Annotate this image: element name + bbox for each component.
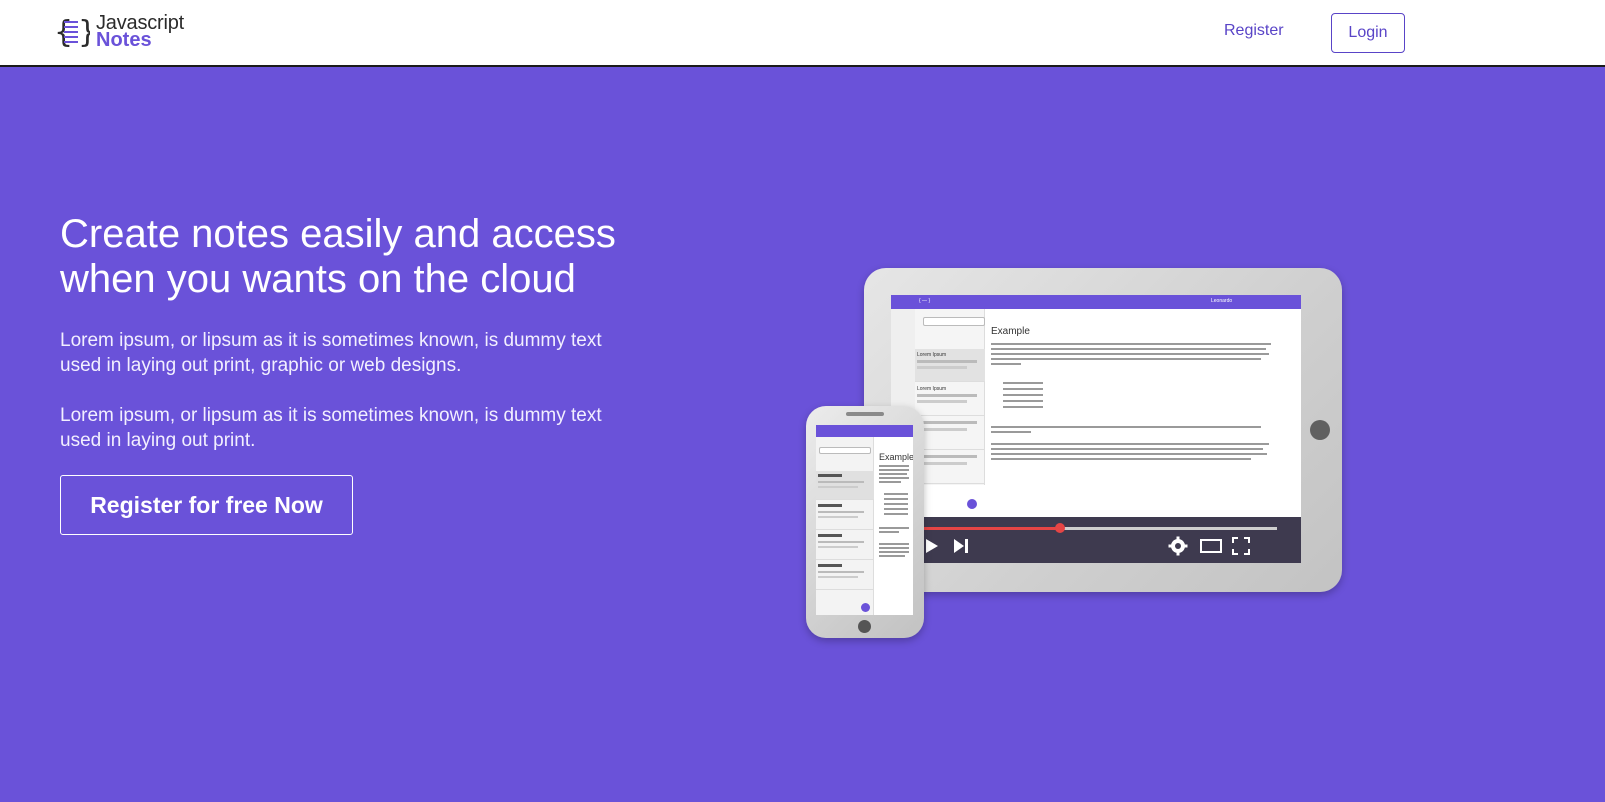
hero-title: Create notes easily and access when you … bbox=[60, 212, 616, 301]
tablet-note-list: Lorem Ipsum Lorem Ipsum bbox=[915, 309, 985, 485]
phone-add-note-icon bbox=[861, 603, 870, 612]
tablet-app-logo: { — } bbox=[919, 298, 931, 304]
phone-app-header bbox=[816, 425, 913, 437]
login-button[interactable]: Login bbox=[1331, 13, 1405, 53]
phone-home-button bbox=[858, 620, 871, 633]
tablet-search-field bbox=[923, 317, 985, 326]
phone-note-item bbox=[816, 561, 874, 590]
hero-paragraph-1: Lorem ipsum, or lipsum as it is sometime… bbox=[60, 330, 602, 376]
video-player-bar bbox=[891, 517, 1301, 563]
next-icon bbox=[954, 539, 968, 553]
tablet-note-item bbox=[915, 417, 985, 450]
tablet-doc-title: Example bbox=[991, 326, 1030, 337]
notes-logo-icon: { } bbox=[54, 15, 90, 50]
fullscreen-icon bbox=[1232, 537, 1250, 555]
svg-text:}: } bbox=[78, 15, 90, 50]
hero-paragraph-2: Lorem ipsum, or lipsum as it is sometime… bbox=[60, 405, 602, 451]
tablet-note-item bbox=[915, 451, 985, 484]
tablet-note-item: Lorem Ipsum bbox=[915, 383, 985, 416]
tablet-note-item: Lorem Ipsum bbox=[915, 349, 985, 382]
register-free-button[interactable]: Register for free Now bbox=[60, 475, 353, 535]
tablet-add-note-icon bbox=[967, 499, 977, 509]
phone-speaker bbox=[846, 412, 884, 416]
phone-search-field bbox=[819, 447, 871, 454]
play-icon bbox=[926, 539, 938, 553]
top-navbar: { } Javascript Notes Register Login bbox=[0, 0, 1605, 67]
tablet-note-title: Lorem Ipsum bbox=[917, 386, 947, 392]
phone-doc-title: Example bbox=[879, 452, 913, 462]
phone-note-item bbox=[816, 471, 874, 500]
phone-note-item bbox=[816, 501, 874, 530]
phone-screen: Example bbox=[816, 425, 913, 615]
brand-name-line2: Notes bbox=[96, 29, 152, 51]
tablet-home-button bbox=[1310, 420, 1330, 440]
phone-note-item bbox=[816, 531, 874, 560]
tablet-note-editor: Example bbox=[991, 309, 1296, 485]
settings-gear-icon bbox=[1168, 536, 1188, 556]
video-scrubber-knob bbox=[1055, 523, 1065, 533]
theater-mode-icon bbox=[1200, 539, 1222, 553]
brand-logo[interactable]: { } Javascript Notes bbox=[54, 13, 184, 51]
brand-name: Javascript Notes bbox=[96, 13, 184, 51]
register-link[interactable]: Register bbox=[1224, 22, 1284, 40]
video-progress bbox=[921, 527, 1060, 530]
phone-note-list bbox=[816, 437, 874, 615]
tablet-app-header: { — } Leonardo bbox=[891, 295, 1301, 309]
tablet-user-name: Leonardo bbox=[1211, 298, 1233, 304]
tablet-screen: { — } Leonardo Lorem Ipsum Lorem Ipsum E… bbox=[891, 295, 1301, 563]
tablet-note-title: Lorem Ipsum bbox=[917, 352, 947, 358]
